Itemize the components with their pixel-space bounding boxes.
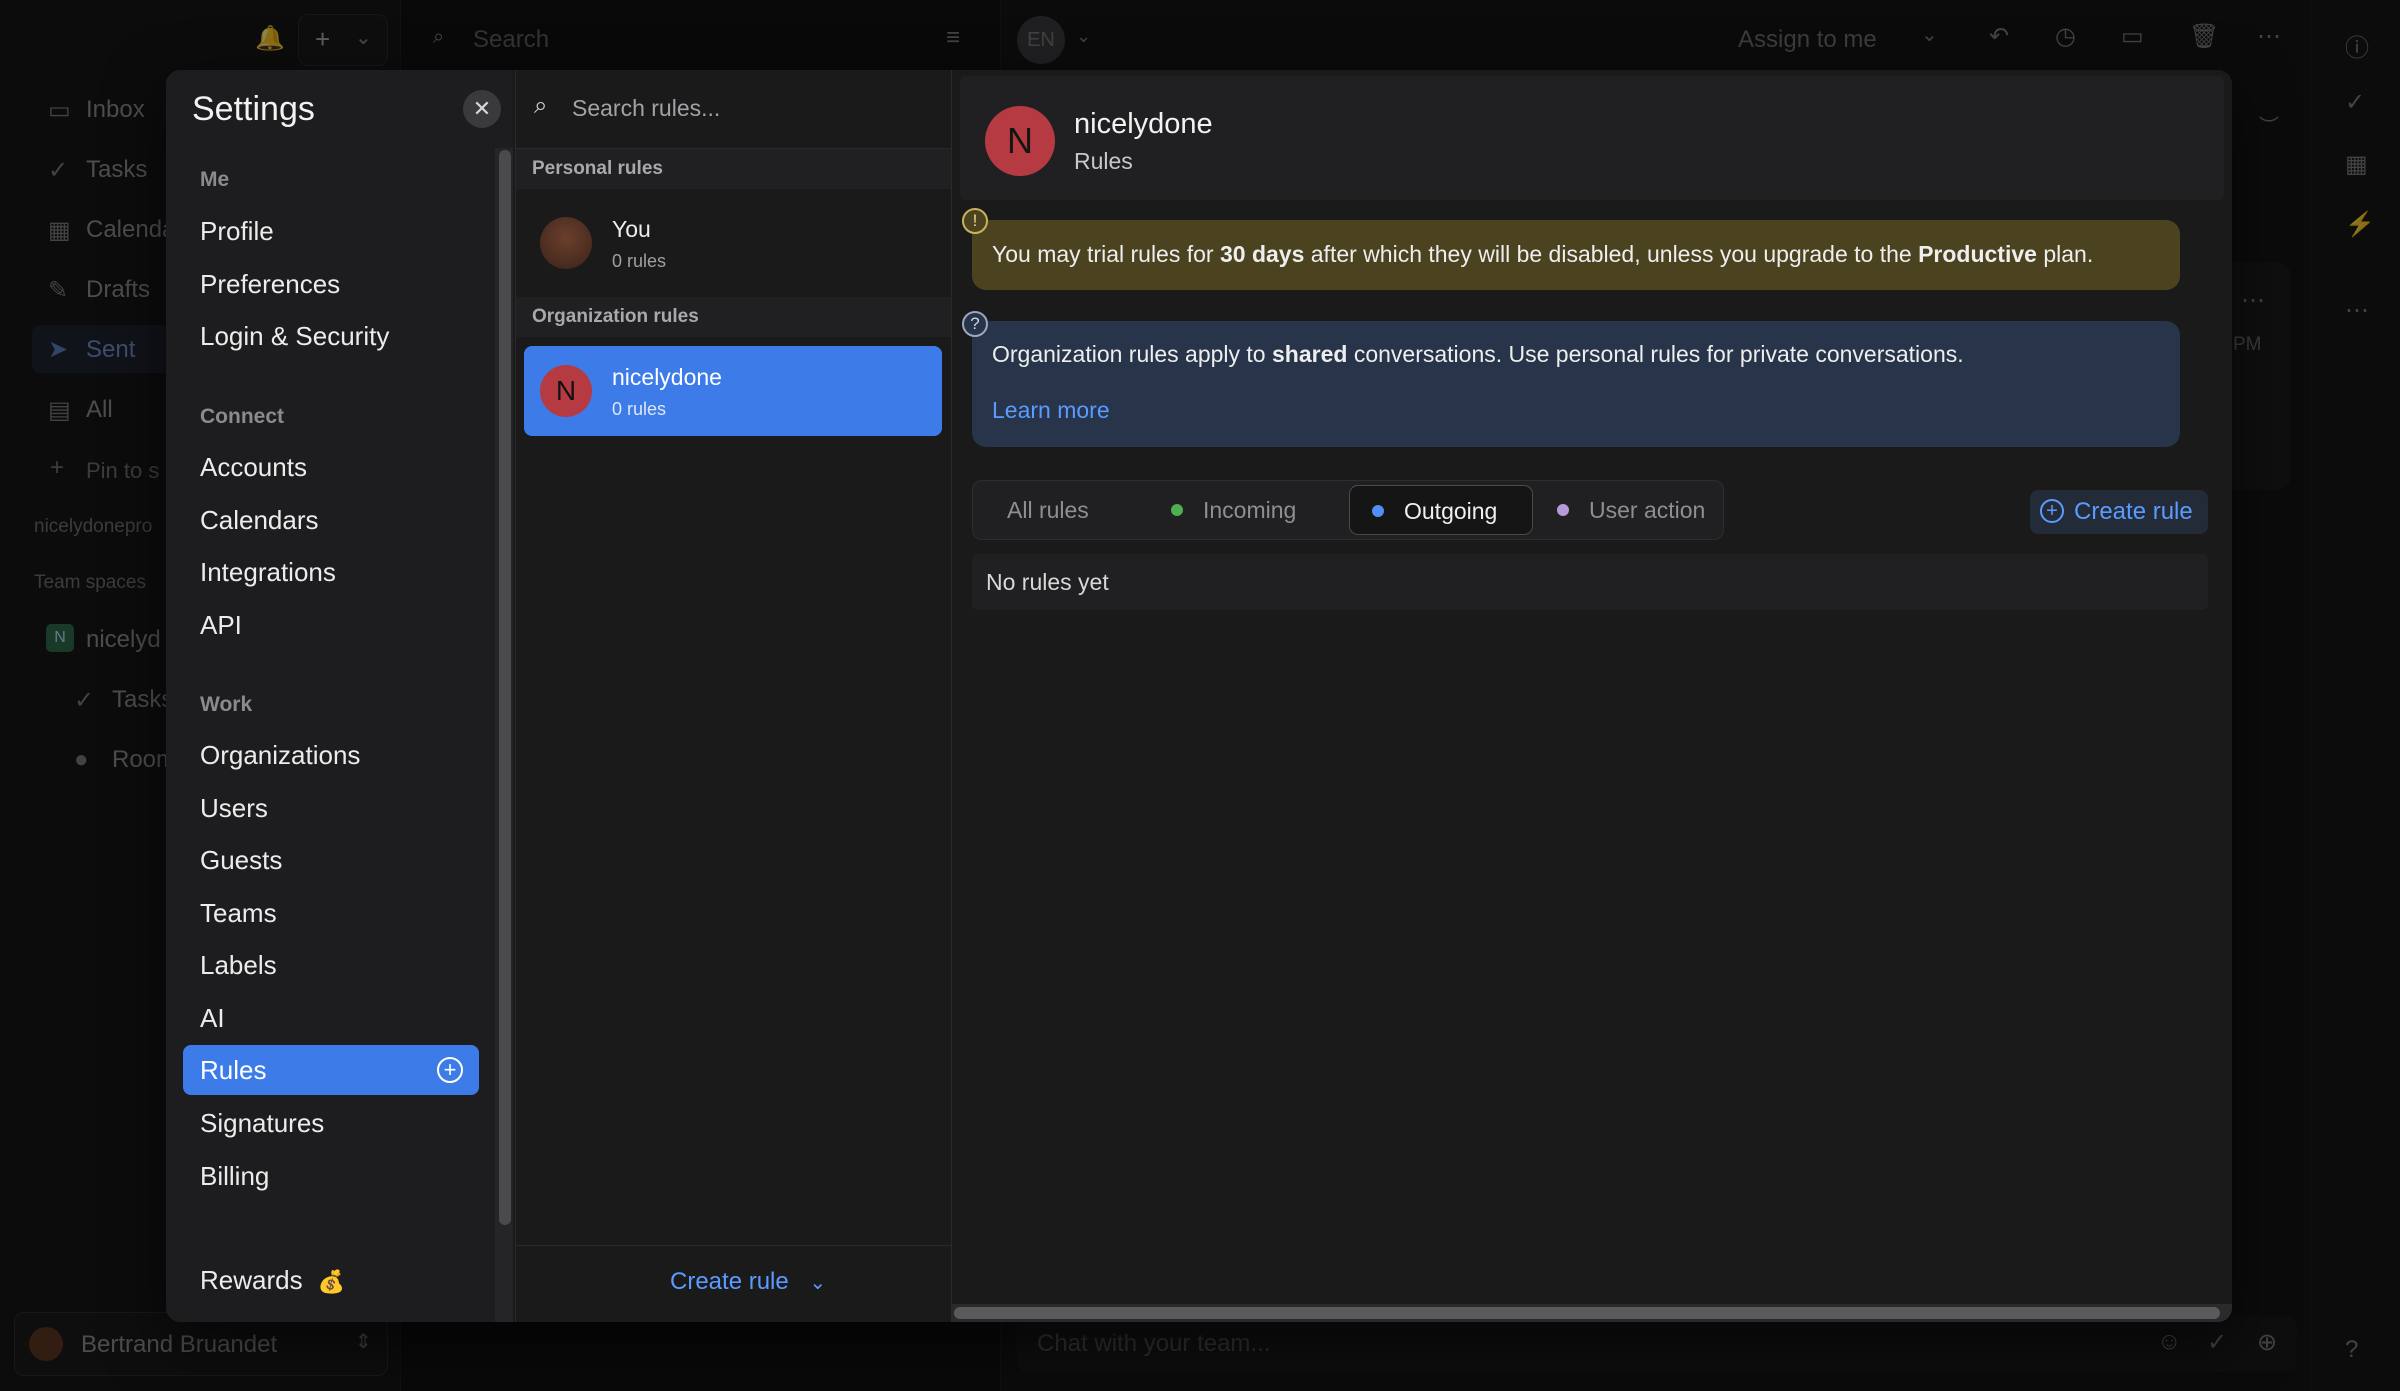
tab-label: Incoming — [1203, 497, 1297, 523]
rule-owner-name: nicelydone — [612, 364, 722, 390]
unused — [1129, 70, 1151, 92]
warning-icon: ! — [962, 208, 988, 234]
add-rule-icon[interactable]: + — [437, 1057, 463, 1083]
org-rules-header: Organization rules — [516, 297, 951, 337]
trial-days: 30 days — [1219, 241, 1305, 267]
close-icon: ✕ — [472, 96, 492, 121]
rule-owner-count: 0 rules — [612, 399, 667, 419]
org-avatar: N — [540, 365, 592, 417]
settings-title: Settings — [192, 90, 315, 128]
org-name: nicelydone — [1074, 108, 1213, 140]
nav-item-preferences[interactable]: Preferences — [200, 259, 340, 309]
section-label-connect: Connect — [200, 405, 284, 428]
nav-item-accounts[interactable]: Accounts — [200, 442, 307, 492]
nav-item-rules[interactable]: Rules + — [183, 1045, 479, 1095]
section-label-work: Work — [200, 693, 253, 716]
create-rule-button[interactable]: + Create rule — [2030, 490, 2208, 534]
trial-warning-banner: You may trial rules for 30 days after wh… — [972, 220, 2180, 290]
rules-search[interactable]: ⌕ Search rules... — [516, 70, 951, 149]
info-text-pre: Organization rules apply to — [992, 341, 1272, 367]
trial-plan: Productive — [1918, 241, 2037, 267]
footer-create-rule-label: Create rule — [670, 1268, 789, 1295]
rule-owner-nicelydone[interactable]: N nicelydone 0 rules — [524, 346, 942, 436]
info-text: Organization rules apply to shared conve… — [992, 341, 1964, 368]
chevron-down-icon: ⌄ — [809, 1272, 827, 1294]
nav-item-signatures[interactable]: Signatures — [200, 1098, 324, 1148]
plus-circle-icon: + — [2040, 498, 2064, 523]
nav-item-organizations[interactable]: Organizations — [200, 730, 360, 780]
rules-detail-panel: N nicelydone Rules You may trial rules f… — [952, 70, 2232, 1322]
nav-item-billing[interactable]: Billing — [200, 1151, 269, 1201]
personal-rules-header: Personal rules — [516, 149, 951, 189]
user-action-dot-icon — [1557, 503, 1569, 516]
nav-item-ai[interactable]: AI — [200, 993, 225, 1043]
nav-scrollbar[interactable] — [499, 150, 511, 1225]
nav-item-calendars[interactable]: Calendars — [200, 495, 319, 545]
rewards-label: Rewards — [200, 1265, 303, 1295]
money-bag-icon: 💰 — [317, 1269, 346, 1294]
close-button[interactable]: ✕ — [463, 90, 501, 128]
avatar — [540, 217, 592, 269]
tab-outgoing[interactable]: Outgoing — [1349, 485, 1533, 535]
nav-item-teams[interactable]: Teams — [200, 888, 277, 938]
rules-list-footer: Create rule ⌄ — [516, 1245, 951, 1322]
nav-item-rules-label: Rules — [200, 1055, 267, 1085]
rules-search-input[interactable]: Search rules... — [572, 95, 720, 122]
org-header: N nicelydone Rules — [960, 76, 2224, 200]
horizontal-scrollbar[interactable] — [952, 1304, 2232, 1322]
trial-text-pre: You may trial rules for — [992, 241, 1220, 267]
tab-user-action[interactable]: User action — [1557, 485, 1723, 535]
settings-modal: Settings ✕ Me Profile Preferences Login … — [166, 70, 2232, 1322]
info-text-shared: shared — [1272, 341, 1348, 367]
nav-item-guests[interactable]: Guests — [200, 835, 282, 885]
footer-create-rule-button[interactable]: Create rule ⌄ — [670, 1268, 826, 1296]
rules-list-panel: ⌕ Search rules... Personal rules You 0 r… — [515, 70, 952, 1322]
settings-nav: Settings ✕ Me Profile Preferences Login … — [166, 70, 513, 1322]
tab-label: User action — [1589, 497, 1706, 523]
rule-owner-you[interactable]: You 0 rules — [524, 198, 942, 288]
search-icon: ⌕ — [534, 92, 548, 119]
tab-label: All rules — [1007, 497, 1089, 523]
section-label-me: Me — [200, 168, 230, 191]
trial-text-post: plan. — [2036, 241, 2094, 267]
nav-item-rewards[interactable]: Rewards 💰 — [200, 1255, 345, 1305]
create-rule-label: Create rule — [2074, 498, 2193, 525]
nav-item-users[interactable]: Users — [200, 783, 268, 833]
incoming-dot-icon — [1171, 503, 1183, 516]
nav-item-api[interactable]: API — [200, 600, 242, 650]
nav-item-integrations[interactable]: Integrations — [200, 547, 336, 597]
rule-filter-tabs: All rules Incoming Outgoing User action — [972, 480, 1724, 540]
help-icon: ? — [962, 311, 988, 337]
nav-item-login-security[interactable]: Login & Security — [200, 311, 389, 361]
tab-incoming[interactable]: Incoming — [1171, 485, 1351, 535]
scrollbar-thumb[interactable] — [954, 1307, 2220, 1319]
org-rules-info-banner: Organization rules apply to shared conve… — [972, 321, 2180, 447]
tab-all-rules[interactable]: All rules — [987, 485, 1157, 535]
rule-owner-count: 0 rules — [612, 251, 667, 271]
page-subtitle: Rules — [1074, 148, 1133, 174]
nav-item-profile[interactable]: Profile — [200, 206, 274, 256]
org-avatar: N — [985, 106, 1055, 176]
rule-owner-name: You — [612, 216, 651, 242]
info-text-post: conversations. Use personal rules for pr… — [1347, 341, 1964, 367]
learn-more-link[interactable]: Learn more — [992, 397, 1110, 424]
tab-label: Outgoing — [1404, 498, 1498, 524]
outgoing-dot-icon — [1372, 504, 1384, 517]
trial-text-mid: after which they will be disabled, unles… — [1304, 241, 1919, 267]
nav-item-labels[interactable]: Labels — [200, 940, 277, 990]
empty-rules-state: No rules yet — [972, 554, 2208, 610]
